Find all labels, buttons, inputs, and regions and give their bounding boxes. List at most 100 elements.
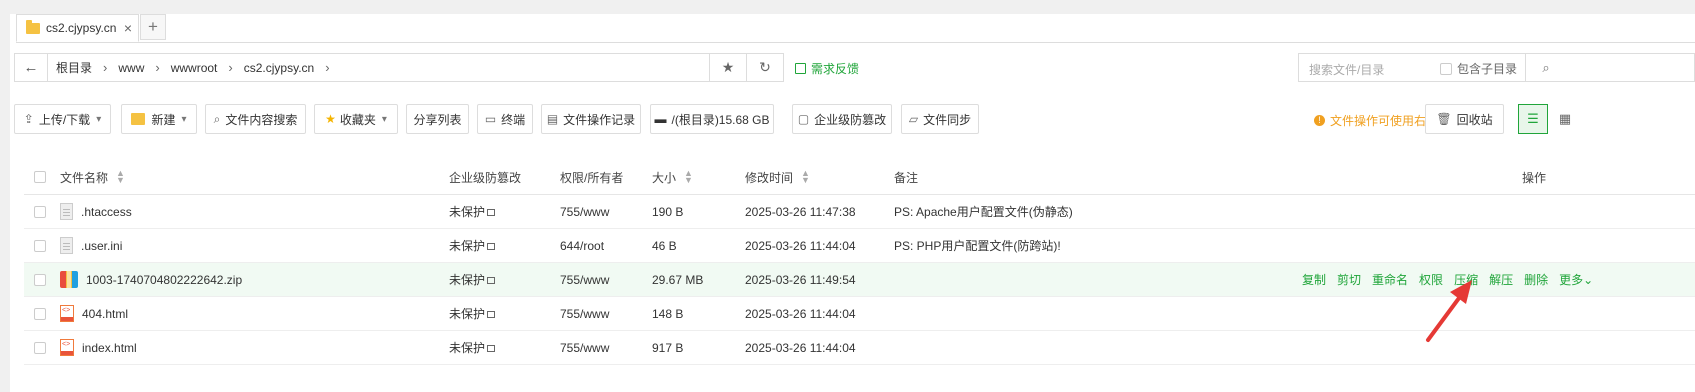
protect-status[interactable]: 未保护 bbox=[449, 271, 485, 288]
include-subdir-label: 包含子目录 bbox=[1457, 62, 1518, 76]
include-subdir-checkbox[interactable]: 包含子目录 bbox=[1440, 60, 1517, 77]
grid-view-button[interactable]: ▦ bbox=[1550, 104, 1580, 134]
tamper-label: 企业级防篡改 bbox=[814, 112, 887, 127]
search-icon: ⌕ bbox=[213, 111, 221, 126]
file-name[interactable]: 404.html bbox=[82, 307, 128, 321]
share-list-button[interactable]: 分享列表 bbox=[406, 104, 469, 134]
lock-icon[interactable] bbox=[487, 243, 496, 250]
row-checkbox[interactable] bbox=[34, 341, 46, 354]
refresh-button[interactable]: ↻ bbox=[747, 54, 783, 81]
disk-button[interactable]: ▬ /(根目录)15.68 GB bbox=[650, 104, 774, 134]
permission[interactable]: 755/www bbox=[560, 195, 609, 228]
chevron-right-icon: › bbox=[325, 60, 330, 75]
protect-status[interactable]: 未保护 bbox=[449, 305, 485, 322]
checkbox[interactable] bbox=[1440, 62, 1452, 75]
permission[interactable]: 644/root bbox=[560, 229, 604, 262]
search-input[interactable]: 搜索文件/目录 bbox=[1309, 61, 1384, 78]
new-button[interactable]: 新建 ▾ bbox=[121, 104, 197, 134]
permission[interactable]: 755/www bbox=[560, 331, 609, 364]
upload-label: 上传/下载 bbox=[38, 112, 91, 127]
refresh-icon: ↻ bbox=[759, 59, 771, 75]
lock-icon[interactable] bbox=[487, 209, 496, 216]
lock-icon[interactable] bbox=[487, 345, 496, 352]
row-checkbox[interactable] bbox=[34, 273, 46, 286]
recycle-bin-button[interactable]: 🗑 回收站 bbox=[1425, 104, 1504, 134]
list-view-button[interactable]: ☰ bbox=[1518, 104, 1548, 134]
lock-icon[interactable] bbox=[487, 311, 496, 318]
permission[interactable]: 755/www bbox=[560, 263, 609, 296]
delete-action[interactable]: 删除 bbox=[1524, 271, 1548, 288]
protect-status[interactable]: 未保护 bbox=[449, 203, 485, 220]
file-mtime: 2025-03-26 11:44:04 bbox=[745, 306, 856, 321]
file-size: 917 B bbox=[652, 340, 684, 355]
disk-label: /(根目录)15.68 GB bbox=[671, 112, 770, 127]
file-name[interactable]: .user.ini bbox=[81, 239, 122, 253]
terminal-button[interactable]: ▭ 终端 bbox=[477, 104, 533, 134]
lock-icon[interactable] bbox=[487, 277, 496, 284]
extract-action[interactable]: 解压 bbox=[1489, 271, 1513, 288]
op-log-button[interactable]: ▤ 文件操作记录 bbox=[541, 104, 641, 134]
protect-status[interactable]: 未保护 bbox=[449, 339, 485, 356]
path-bar: ← 根目录 › www › wwwroot › cs2.cjypsy.cn › … bbox=[14, 53, 784, 82]
file-size: 148 B bbox=[652, 306, 684, 321]
list-view-icon: ☰ bbox=[1527, 111, 1539, 126]
tamper-button[interactable]: ▢ 企业级防篡改 bbox=[792, 104, 892, 134]
crumb-www[interactable]: www bbox=[118, 61, 144, 75]
sort-icon[interactable]: ▲ ▼ bbox=[116, 169, 125, 185]
crumb-wwwroot[interactable]: wwwroot bbox=[171, 61, 218, 75]
file-note: PS: PHP用户配置文件(防跨站)! bbox=[894, 239, 1061, 253]
crumb-root[interactable]: 根目录 bbox=[56, 59, 92, 76]
search-button[interactable]: ⌕ bbox=[1525, 53, 1566, 82]
table-row[interactable]: .user.ini 未保护 644/root 46 B 2025-03-26 1… bbox=[24, 229, 1695, 263]
content-search-button[interactable]: ⌕ 文件内容搜索 bbox=[205, 104, 306, 134]
favorite-button[interactable]: ★ bbox=[710, 54, 747, 81]
recycle-label: 回收站 bbox=[1456, 112, 1493, 127]
cut-action[interactable]: 剪切 bbox=[1337, 271, 1361, 288]
header-mtime[interactable]: 修改时间 ▲ ▼ bbox=[745, 160, 810, 194]
html-file-icon bbox=[60, 305, 74, 322]
row-checkbox[interactable] bbox=[34, 205, 46, 218]
chevron-right-icon: › bbox=[155, 60, 160, 75]
file-size: 190 B bbox=[652, 204, 684, 219]
star-icon: ★ bbox=[325, 112, 336, 126]
file-name[interactable]: .htaccess bbox=[81, 205, 132, 219]
html-file-icon bbox=[60, 339, 74, 356]
tab-site[interactable]: cs2.cjypsy.cn × bbox=[16, 14, 139, 42]
edit-icon bbox=[795, 63, 806, 74]
new-label: 新建 bbox=[151, 112, 176, 127]
crumb-site[interactable]: cs2.cjypsy.cn bbox=[244, 61, 314, 75]
back-button[interactable]: ← bbox=[15, 54, 48, 81]
sort-icon[interactable]: ▲ ▼ bbox=[684, 169, 693, 185]
rename-action[interactable]: 重命名 bbox=[1372, 271, 1408, 288]
protect-status[interactable]: 未保护 bbox=[449, 237, 485, 254]
file-name[interactable]: 1003-1740704802222642.zip bbox=[86, 273, 242, 287]
row-checkbox[interactable] bbox=[34, 307, 46, 320]
breadcrumb[interactable]: 根目录 › www › wwwroot › cs2.cjypsy.cn › bbox=[48, 54, 710, 81]
file-name[interactable]: index.html bbox=[82, 341, 137, 355]
header-note: 备注 bbox=[894, 170, 919, 185]
grid-view-icon: ▦ bbox=[1558, 111, 1572, 126]
feedback-link[interactable]: 需求反馈 bbox=[795, 60, 859, 77]
search-icon: ⌕ bbox=[1542, 59, 1550, 75]
info-icon: ! bbox=[1314, 115, 1325, 126]
sync-button[interactable]: ▱ 文件同步 bbox=[901, 104, 979, 134]
chevron-down-icon: ▾ bbox=[181, 113, 187, 125]
zip-file-icon bbox=[60, 271, 78, 288]
shield-icon: ▢ bbox=[797, 112, 810, 126]
select-all-checkbox[interactable] bbox=[34, 171, 46, 183]
close-icon[interactable]: × bbox=[124, 20, 132, 36]
add-tab-button[interactable]: + bbox=[140, 14, 166, 40]
permission[interactable]: 755/www bbox=[560, 297, 609, 330]
sort-icon[interactable]: ▲ ▼ bbox=[801, 169, 810, 185]
copy-action[interactable]: 复制 bbox=[1302, 271, 1326, 288]
table-row[interactable]: .htaccess 未保护 755/www 190 B 2025-03-26 1… bbox=[24, 195, 1695, 229]
more-action[interactable]: 更多⌄ bbox=[1559, 271, 1593, 288]
header-size[interactable]: 大小 ▲ ▼ bbox=[652, 160, 693, 194]
file-size: 46 B bbox=[652, 238, 677, 253]
sync-label: 文件同步 bbox=[923, 112, 972, 127]
header-name[interactable]: 文件名称 ▲ ▼ bbox=[60, 160, 125, 194]
feedback-label: 需求反馈 bbox=[811, 62, 860, 76]
upload-download-button[interactable]: ⇪ 上传/下载 ▾ bbox=[14, 104, 111, 134]
row-checkbox[interactable] bbox=[34, 239, 46, 252]
favorites-button[interactable]: ★ 收藏夹 ▾ bbox=[314, 104, 398, 134]
